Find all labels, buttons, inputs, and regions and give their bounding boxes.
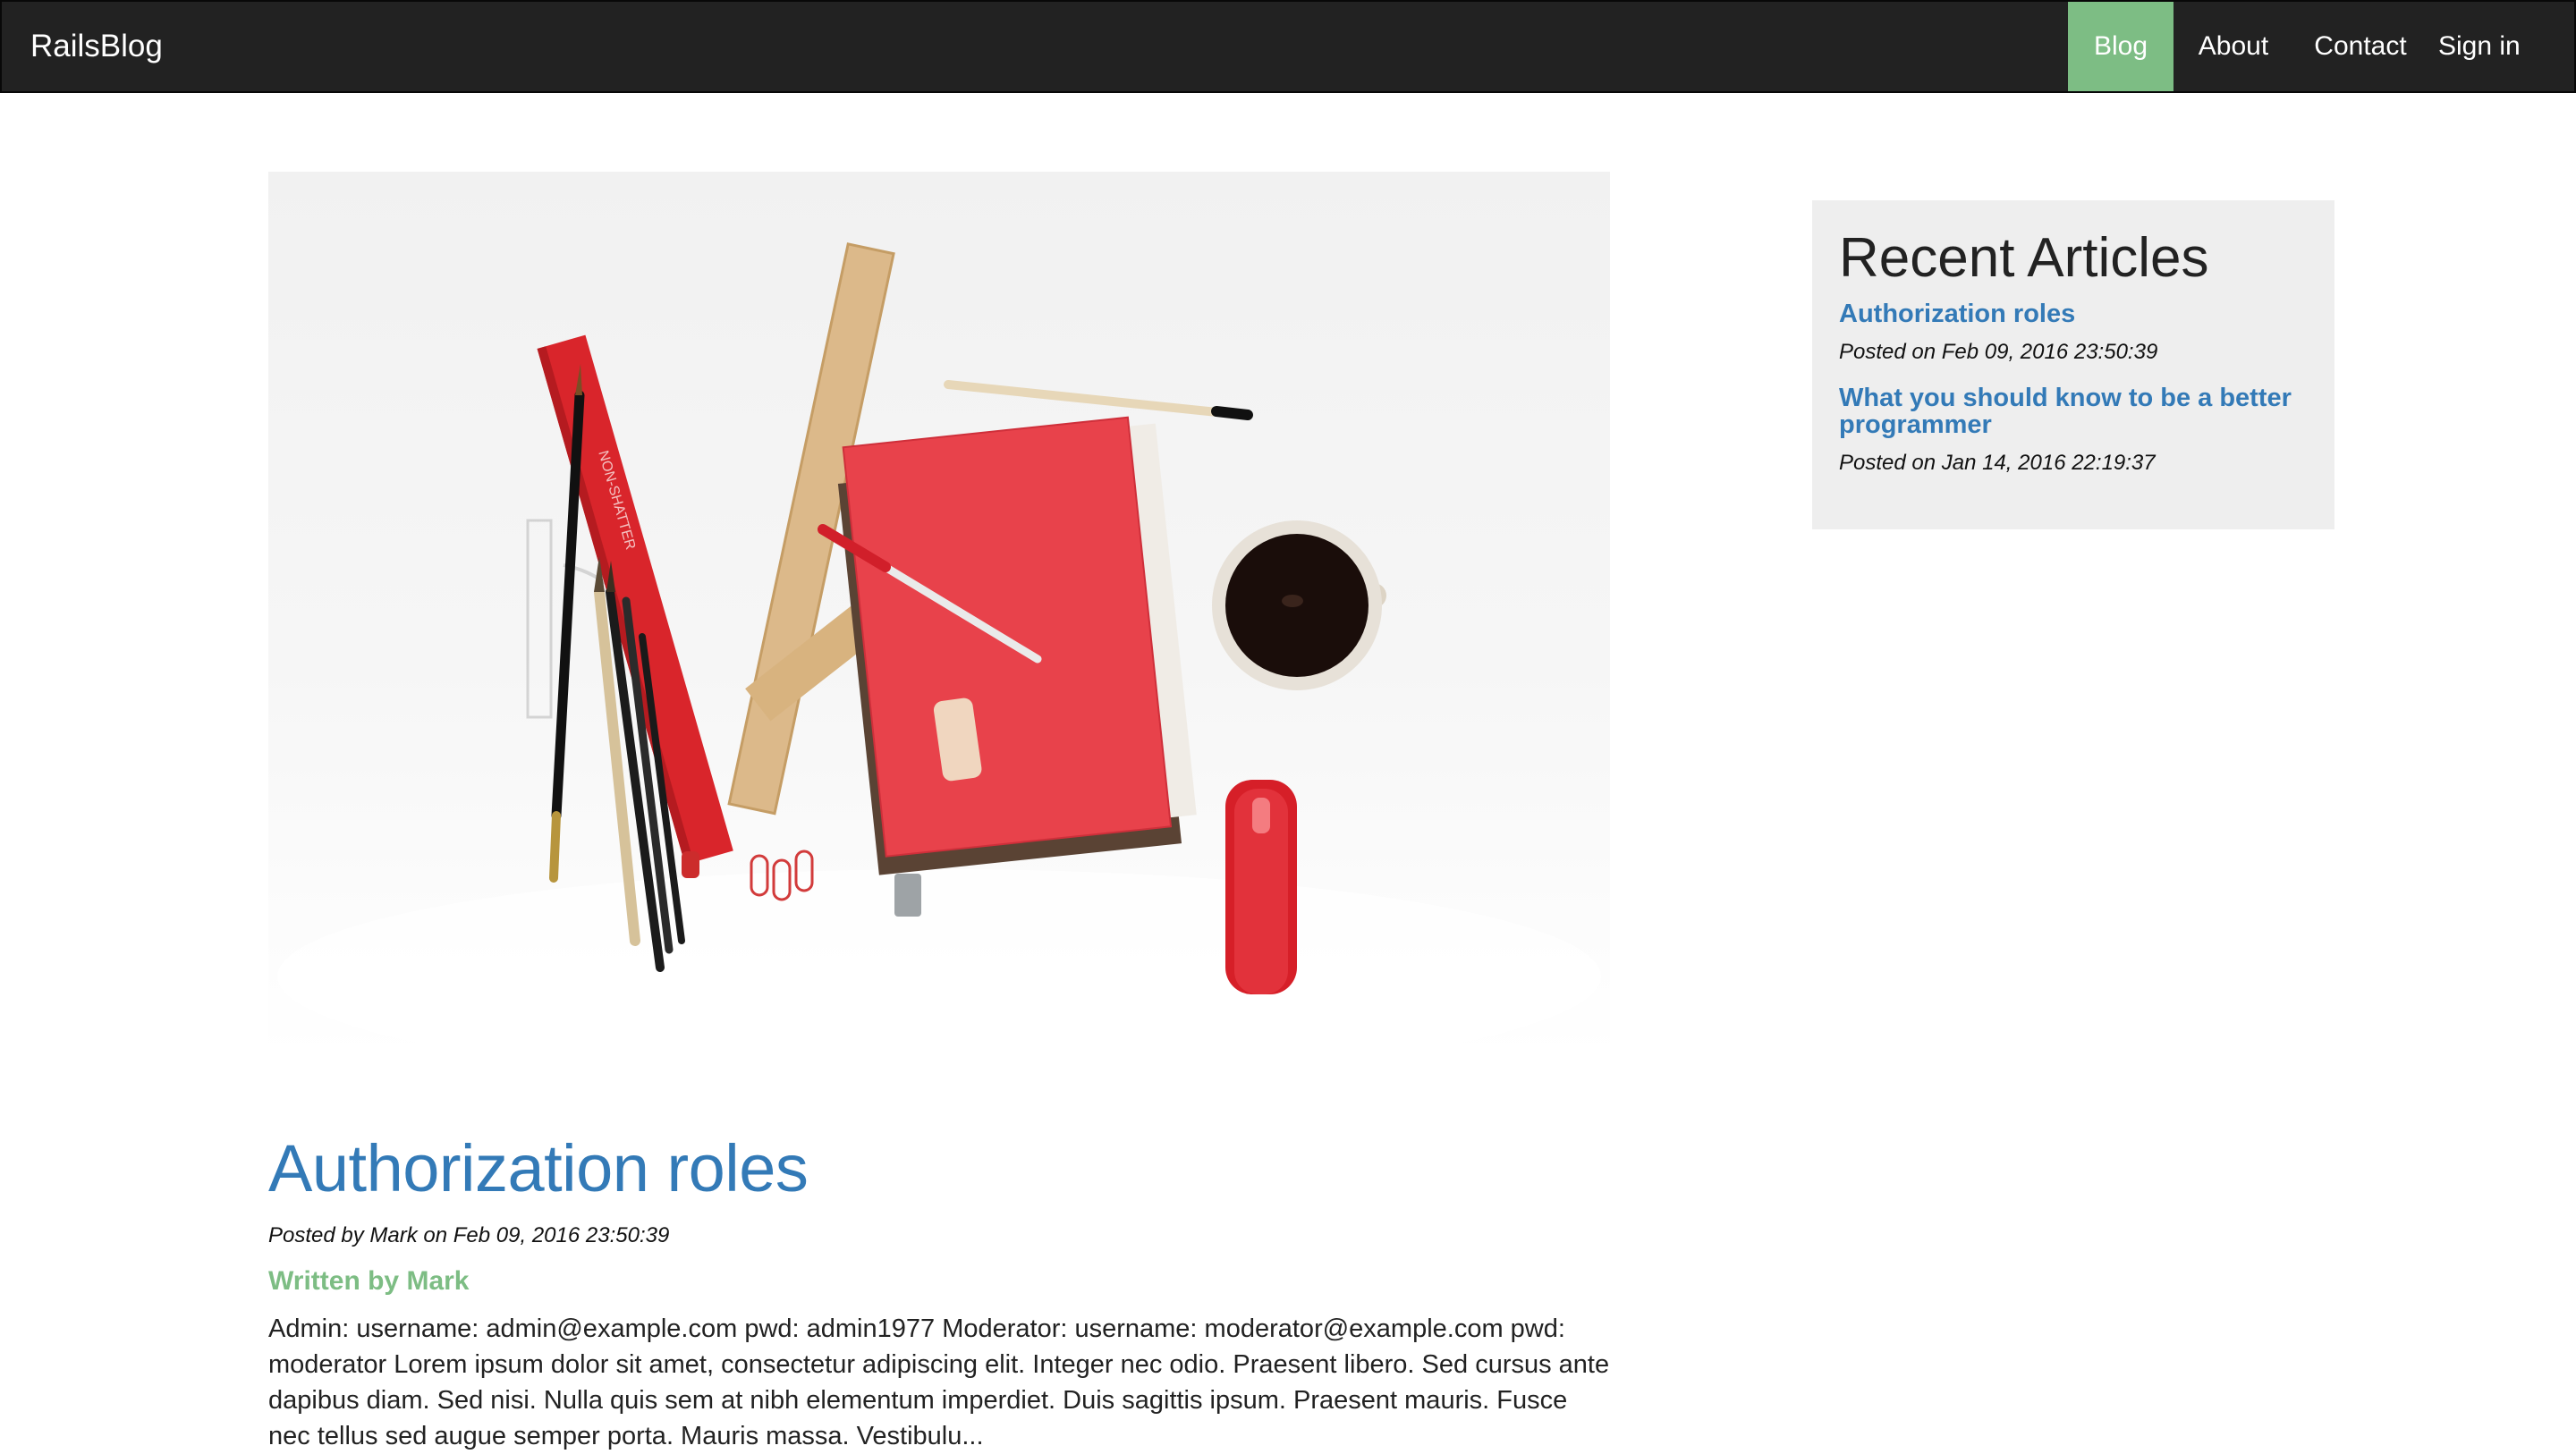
nav-links: Blog About Contact Sign in — [2068, 2, 2574, 91]
recent-article-link[interactable]: Authorization roles — [1839, 300, 2308, 327]
post-title-link[interactable]: Authorization roles — [268, 1130, 809, 1206]
post-hero-image: NON-SHATTER — [268, 172, 1610, 1057]
nav-about-link[interactable]: About — [2174, 2, 2293, 91]
brand-logo-link[interactable]: RailsBlog — [30, 2, 163, 91]
top-navbar: RailsBlog Blog About Contact Sign in — [0, 0, 2576, 93]
nav-sign-in-link[interactable]: Sign in — [2428, 2, 2574, 91]
stapler-shape — [1225, 780, 1297, 994]
post-author: Written by Mark — [268, 1266, 470, 1296]
recent-article-date: Posted on Feb 09, 2016 23:50:39 — [1839, 340, 2158, 364]
post-meta: Posted by Mark on Feb 09, 2016 23:50:39 — [268, 1223, 670, 1247]
nav-contact-link[interactable]: Contact — [2293, 2, 2428, 91]
sidebar-title: Recent Articles — [1839, 227, 2209, 289]
recent-article-date: Posted on Jan 14, 2016 22:19:37 — [1839, 451, 2156, 475]
desk-stationery-illustration: NON-SHATTER — [277, 242, 1601, 1057]
nav-blog-link[interactable]: Blog — [2068, 2, 2174, 91]
post-body-text: Admin: username: admin@example.com pwd: … — [268, 1315, 1610, 1450]
coffee-cup-shape — [1212, 520, 1386, 690]
recent-article-link[interactable]: What you should know to be a better prog… — [1839, 385, 2308, 438]
recent-articles-sidebar: Recent Articles Authorization roles Post… — [1812, 200, 2334, 529]
